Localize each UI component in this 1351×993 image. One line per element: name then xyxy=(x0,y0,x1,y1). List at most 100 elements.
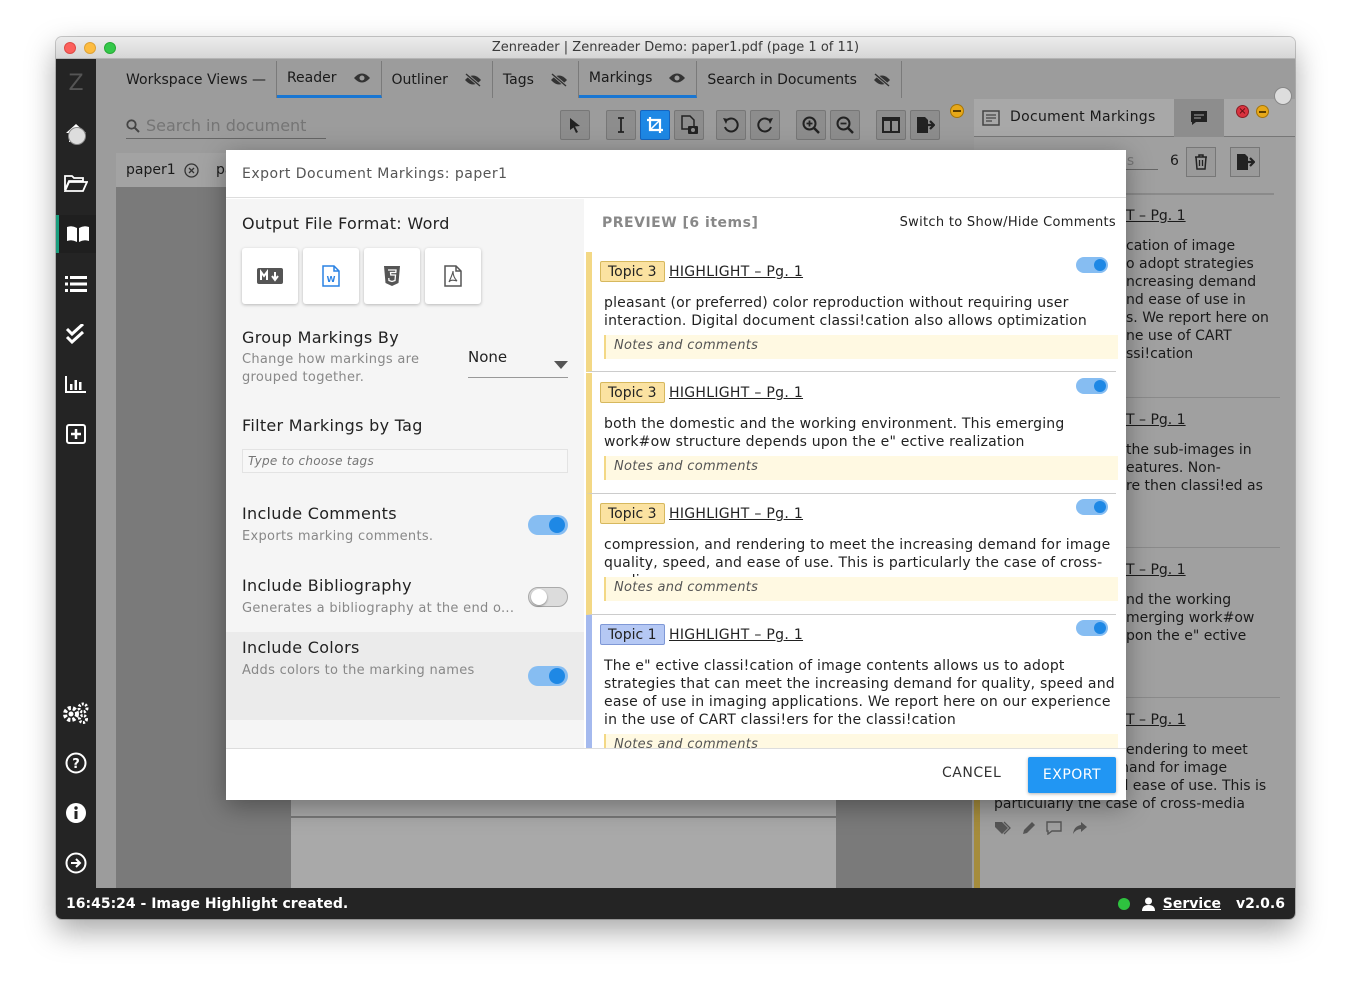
bar-chart-icon[interactable] xyxy=(56,366,96,402)
collapse-toolbar-icon[interactable] xyxy=(950,104,964,118)
eye-icon[interactable] xyxy=(668,72,686,84)
gears-icon[interactable] xyxy=(56,695,96,731)
book-icon[interactable] xyxy=(56,215,96,253)
marking-card-header[interactable]: T – Pg. 1 xyxy=(1126,561,1186,579)
minimize-window-button[interactable] xyxy=(84,42,96,54)
include-bibliography-label: Include Bibliography xyxy=(242,576,412,595)
split-view-button[interactable] xyxy=(876,110,906,140)
help-icon[interactable]: ? xyxy=(56,745,96,781)
marking-card-header[interactable]: T – Pg. 1 xyxy=(1126,711,1186,729)
svg-text:W: W xyxy=(327,275,336,284)
zoom-window-button[interactable] xyxy=(104,42,116,54)
panel-minimize-icon[interactable] xyxy=(1256,105,1269,118)
tab-search-in-documents[interactable]: Search in Documents xyxy=(697,61,902,98)
format-pdf-button[interactable] xyxy=(425,248,481,304)
panel-close-icon[interactable]: × xyxy=(1236,105,1249,118)
search-input[interactable] xyxy=(146,116,321,135)
left-menu-handle-icon[interactable] xyxy=(68,127,86,145)
preview-tag: Topic 3 xyxy=(600,382,665,403)
group-by-select[interactable]: None xyxy=(468,348,568,378)
text-cursor-button[interactable] xyxy=(606,110,636,140)
marking-card-line: eatures. Non- xyxy=(1126,460,1221,476)
eye-slash-icon[interactable] xyxy=(464,72,482,87)
right-menu-handle-icon[interactable] xyxy=(1274,87,1292,105)
tab-markings[interactable]: Markings xyxy=(578,61,698,98)
show-hide-comments-link[interactable]: Switch to Show/Hide Comments xyxy=(900,215,1116,230)
export-markings-dialog: Export Document Markings: paper1 Output … xyxy=(226,150,1126,800)
zoom-in-button[interactable] xyxy=(796,110,826,140)
tab-outliner[interactable]: Outliner xyxy=(382,61,493,98)
tab-tags[interactable]: Tags xyxy=(493,61,579,98)
preview-marking-link[interactable]: HIGHLIGHT – Pg. 1 xyxy=(669,506,803,522)
tab-workspace-views[interactable]: Workspace Views — xyxy=(116,61,277,98)
export-markings-button[interactable] xyxy=(1230,147,1260,177)
tags-icon[interactable] xyxy=(994,821,1012,840)
close-tab-icon[interactable] xyxy=(183,162,199,178)
snapshot-button[interactable] xyxy=(674,110,704,140)
cancel-button[interactable]: CANCEL xyxy=(942,765,1001,781)
undo-button[interactable] xyxy=(716,110,746,140)
select-tool-button[interactable] xyxy=(560,110,590,140)
markings-count: 6 xyxy=(1170,153,1179,169)
format-word-button[interactable]: W xyxy=(303,248,359,304)
doc-tab-paper1[interactable]: paper1 xyxy=(116,153,210,187)
panel-comment-toggle[interactable] xyxy=(1174,99,1224,137)
preview-item-toggle[interactable] xyxy=(1076,499,1108,515)
marking-card-actions xyxy=(994,821,1088,840)
status-message: 16:45:24 - Image Highlight created. xyxy=(66,895,349,912)
main-sidebar: Z ? xyxy=(56,59,96,888)
preview-marking-link[interactable]: HIGHLIGHT – Pg. 1 xyxy=(669,264,803,280)
reader-toolbar xyxy=(116,99,974,143)
include-comments-toggle[interactable] xyxy=(528,515,568,535)
marking-card-header[interactable]: T – Pg. 1 xyxy=(1126,207,1186,225)
preview-notes: Notes and comments xyxy=(604,734,1118,748)
marking-card-header[interactable]: T – Pg. 1 xyxy=(1126,411,1186,429)
include-comments-desc: Exports marking comments. xyxy=(242,529,434,544)
group-by-label: Group Markings By xyxy=(242,328,399,347)
preview-tag: Topic 1 xyxy=(600,624,665,645)
plus-square-icon[interactable] xyxy=(56,416,96,452)
list-icon[interactable] xyxy=(56,266,96,302)
logout-icon[interactable] xyxy=(56,845,96,881)
marking-card-line: pon the e" ective xyxy=(1126,628,1247,644)
folder-open-icon[interactable] xyxy=(56,165,96,201)
version-label: v2.0.6 xyxy=(1236,895,1285,912)
include-bibliography-toggle[interactable] xyxy=(528,587,568,607)
preview-marking-link[interactable]: HIGHLIGHT – Pg. 1 xyxy=(669,385,803,401)
check-double-icon[interactable] xyxy=(56,316,96,352)
preview-item-toggle[interactable] xyxy=(1076,620,1108,636)
marking-card-line: nd ease of use in xyxy=(1126,292,1246,308)
zoom-out-button[interactable] xyxy=(830,110,860,140)
include-colors-toggle[interactable] xyxy=(528,666,568,686)
delete-markings-button[interactable] xyxy=(1186,147,1216,177)
crop-image-button[interactable] xyxy=(640,110,670,140)
user-link[interactable]: Service xyxy=(1163,896,1221,912)
connection-status-dot xyxy=(1117,897,1130,910)
tab-reader[interactable]: Reader xyxy=(276,61,382,98)
export-file-button[interactable] xyxy=(910,110,940,140)
app-logo: Z xyxy=(68,70,84,96)
eye-slash-icon[interactable] xyxy=(873,72,891,87)
marking-card-line: cation of image xyxy=(1126,238,1236,254)
eye-icon[interactable] xyxy=(353,72,371,84)
include-colors-row: Include Colors Adds colors to the markin… xyxy=(226,632,584,720)
group-by-desc: Change how markings are grouped together… xyxy=(242,352,420,385)
info-icon[interactable] xyxy=(56,795,96,831)
export-button[interactable]: EXPORT xyxy=(1028,757,1116,793)
format-markdown-button[interactable] xyxy=(242,248,298,304)
preview-marking-link[interactable]: HIGHLIGHT – Pg. 1 xyxy=(669,627,803,643)
filter-tags-input[interactable] xyxy=(242,449,568,473)
eye-slash-icon[interactable] xyxy=(550,72,568,87)
export-preview: PREVIEW [6 items] Switch to Show/Hide Co… xyxy=(586,199,1126,748)
comment-icon[interactable] xyxy=(1046,821,1062,840)
share-icon[interactable] xyxy=(1072,821,1088,840)
close-window-button[interactable] xyxy=(64,42,76,54)
edit-icon[interactable] xyxy=(1022,821,1036,840)
search-field[interactable] xyxy=(126,113,326,139)
preview-item: Topic 3 HIGHLIGHT – Pg. 1 compression, a… xyxy=(586,494,1118,615)
redo-button[interactable] xyxy=(750,110,780,140)
chevron-down-icon xyxy=(554,354,568,373)
preview-item-toggle[interactable] xyxy=(1076,257,1108,273)
format-html-button[interactable] xyxy=(364,248,420,304)
preview-item-toggle[interactable] xyxy=(1076,378,1108,394)
